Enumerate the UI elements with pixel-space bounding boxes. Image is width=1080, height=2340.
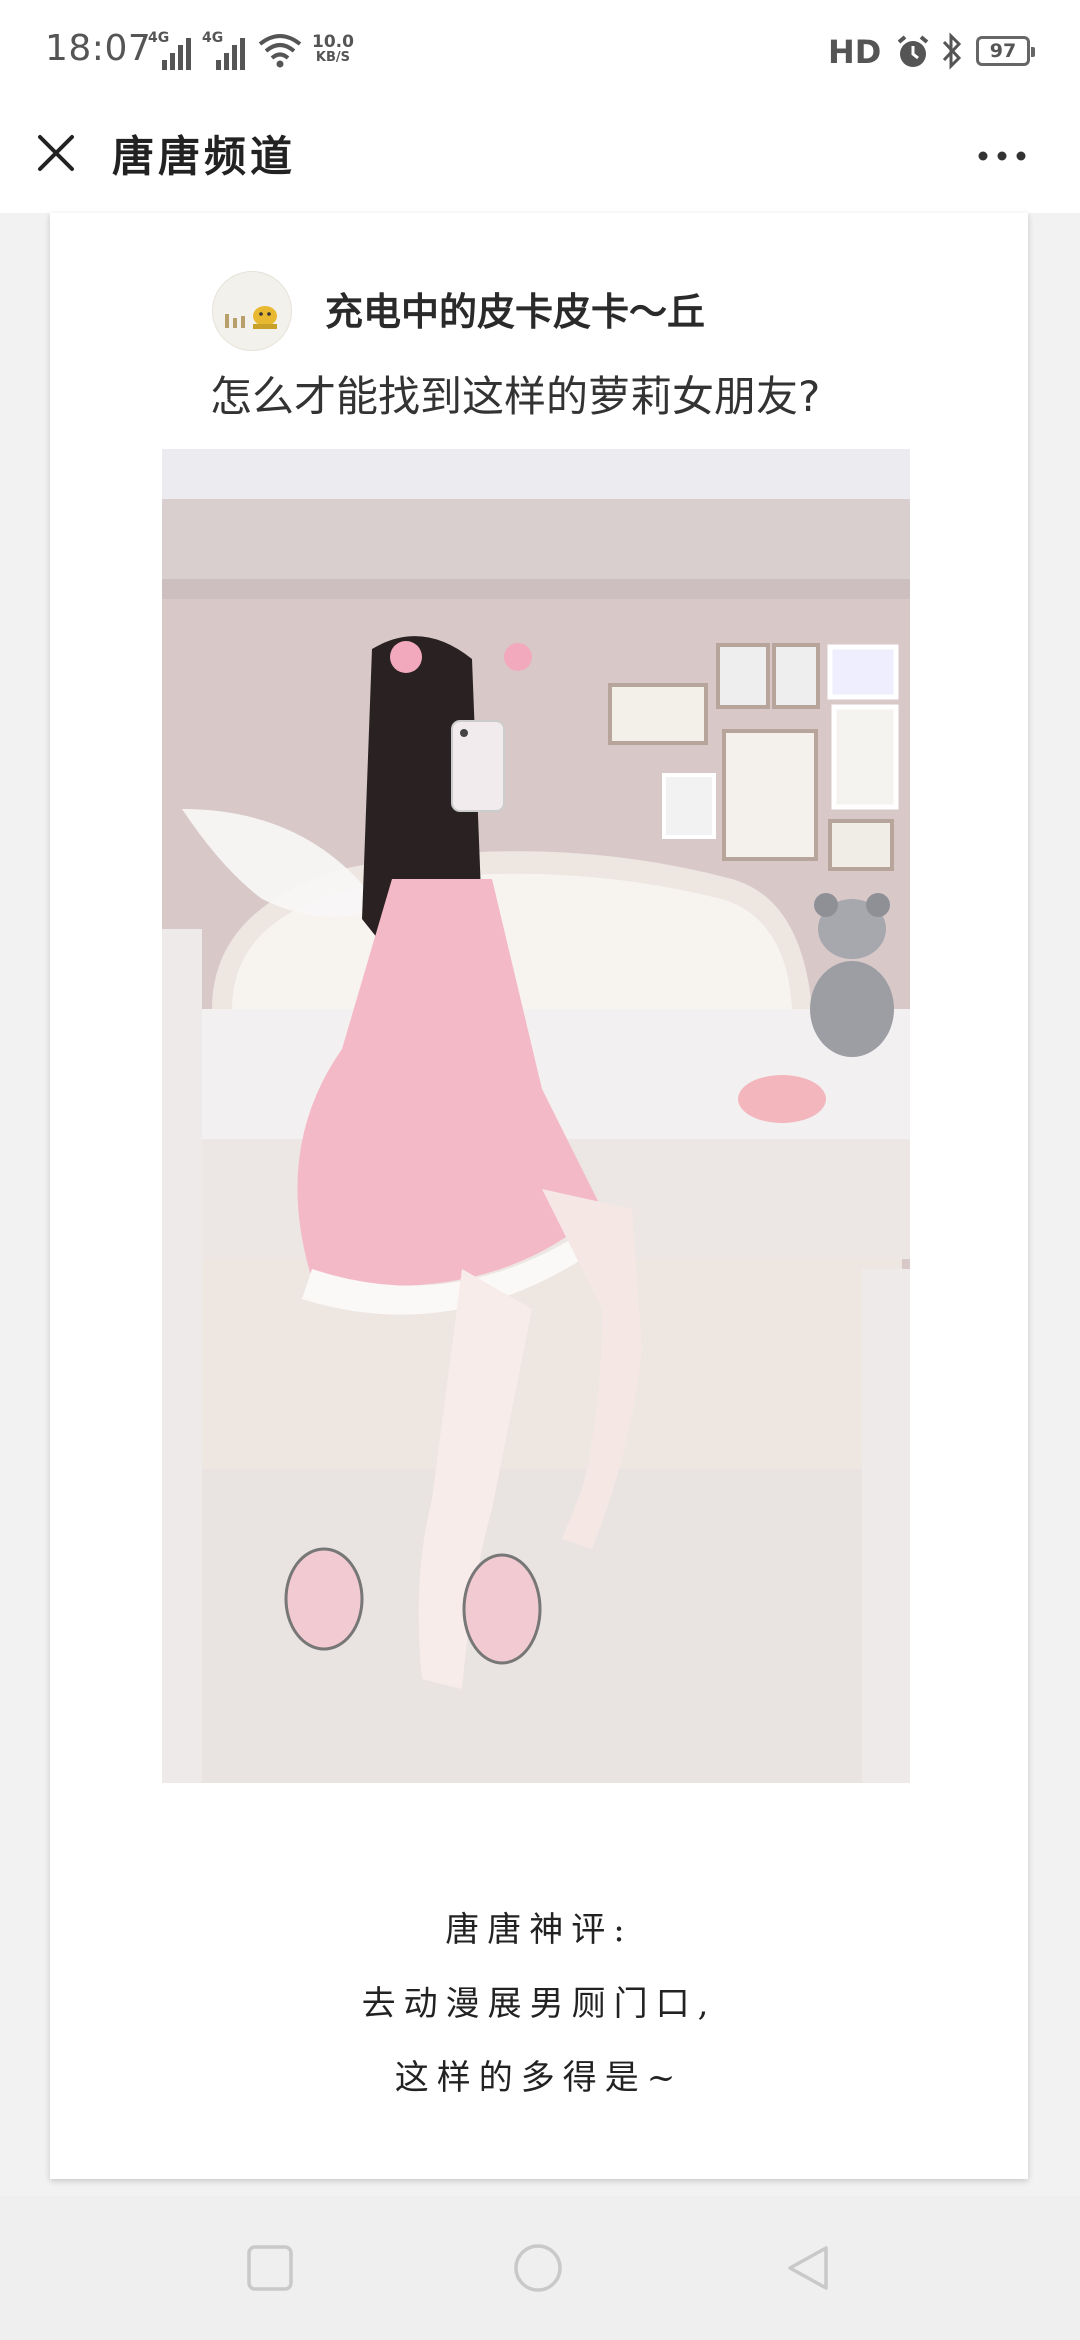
- avatar: [212, 271, 292, 351]
- back-icon[interactable]: [782, 2242, 834, 2294]
- post-header: 充电中的皮卡皮卡～丘 怎么才能找到这样的萝莉女朋友?: [160, 213, 1000, 421]
- network-speed: 10.0 KB/S: [312, 34, 354, 66]
- signal-1-icon: 4G: [148, 30, 196, 74]
- speed-value: 10.0: [312, 32, 354, 52]
- post-question: 怎么才能找到这样的萝莉女朋友?: [210, 372, 821, 421]
- caption-block: 唐唐神评: 去动漫展男厕门口, 这样的多得是~: [50, 1893, 1028, 2115]
- battery-icon: 97: [976, 36, 1035, 66]
- article-card: 充电中的皮卡皮卡～丘 怎么才能找到这样的萝莉女朋友? 唐唐神评: 去动漫展男厕门…: [50, 213, 1028, 2179]
- status-time: 18:07: [45, 28, 152, 69]
- wifi-icon: [258, 34, 302, 68]
- hd-label: HD: [828, 33, 882, 71]
- alarm-icon: [897, 35, 929, 67]
- bluetooth-icon: [942, 32, 962, 70]
- more-icon[interactable]: [976, 149, 1028, 163]
- status-bar: 18:07 4G 4G 10.0 KB/S HD 97: [0, 0, 1080, 105]
- recent-apps-icon[interactable]: [244, 2242, 296, 2294]
- page-title: 唐唐频道: [112, 132, 297, 181]
- page: 18:07 4G 4G 10.0 KB/S HD 97 唐唐频道 充电中的皮卡皮…: [0, 0, 1080, 2340]
- caption-line-2: 去动漫展男厕门口,: [361, 1984, 717, 2024]
- post-photo[interactable]: [162, 449, 910, 1783]
- speed-unit: KB/S: [315, 50, 351, 65]
- navigation-bar: [0, 2196, 1080, 2340]
- caption-line-1: 唐唐神评:: [445, 1910, 633, 1950]
- signal-2-icon: 4G: [202, 30, 250, 74]
- close-icon[interactable]: [34, 131, 78, 175]
- title-bar: 唐唐频道: [0, 105, 1080, 214]
- caption-line-3: 这样的多得是~: [394, 2058, 684, 2098]
- post-username: 充电中的皮卡皮卡～丘: [325, 290, 706, 334]
- article-content[interactable]: 充电中的皮卡皮卡～丘 怎么才能找到这样的萝莉女朋友? 唐唐神评: 去动漫展男厕门…: [0, 213, 1080, 2193]
- home-icon[interactable]: [512, 2242, 564, 2294]
